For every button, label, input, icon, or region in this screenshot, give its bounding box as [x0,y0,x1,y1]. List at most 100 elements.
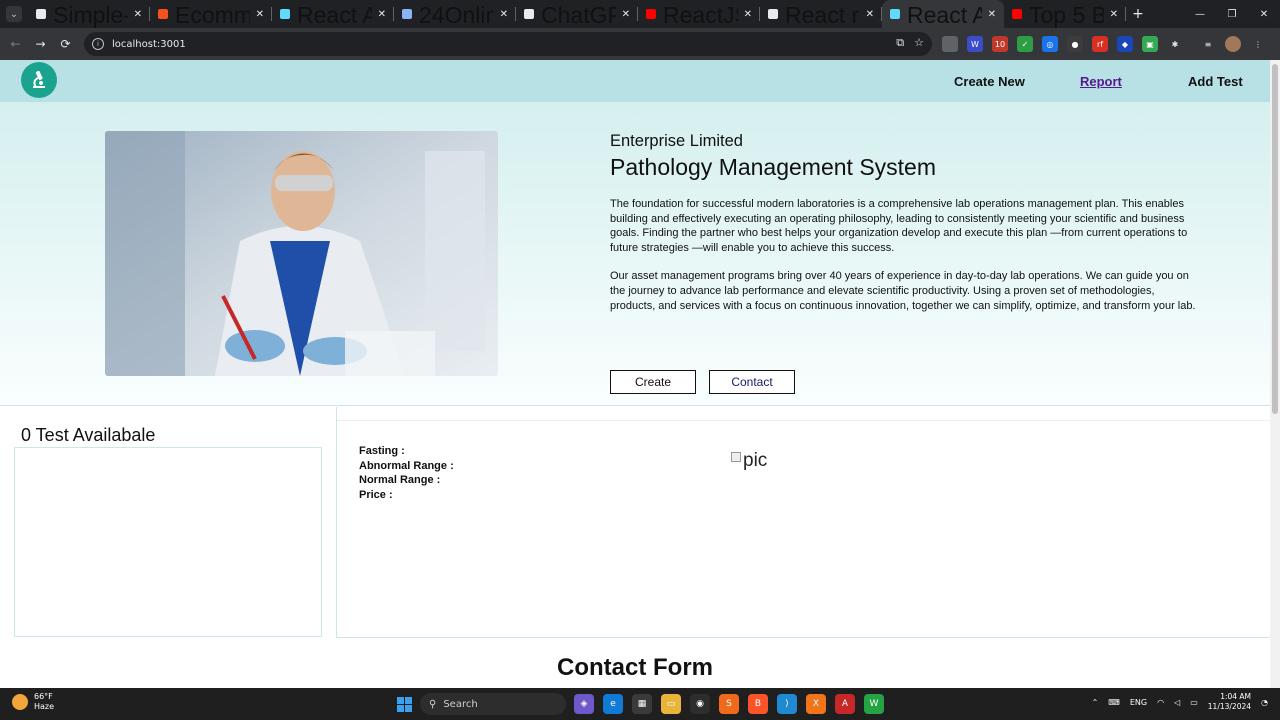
brave-icon[interactable]: B [748,694,768,714]
tag-extension-icon[interactable]: ▣ [1142,36,1158,52]
close-tab-icon[interactable]: ✕ [866,9,874,20]
vscode-icon[interactable]: ⟩ [777,694,797,714]
bookmark-star-icon[interactable]: ☆ [914,36,924,50]
site-info-icon[interactable]: i [92,38,104,50]
rf-extension-icon[interactable]: rf [1092,36,1108,52]
nav-report[interactable]: Report [1080,74,1122,89]
nav-create-new[interactable]: Create New [954,74,1025,89]
language-indicator[interactable]: ENG [1130,698,1147,707]
hero-section: Enterprise Limited Pathology Management … [0,102,1270,406]
close-tab-icon[interactable]: ✕ [500,9,508,20]
page-scrollbar[interactable] [1270,60,1280,688]
test-image: pic [731,450,767,472]
sublime-icon[interactable]: S [719,694,739,714]
profile-avatar[interactable] [1225,36,1241,52]
nav-add-test[interactable]: Add Test [1188,74,1243,89]
address-bar[interactable]: i localhost:3001 ⧉ ☆ [84,32,932,56]
chatgpt-icon [524,9,534,19]
test-list[interactable] [14,447,322,637]
whatsapp-icon[interactable]: W [864,694,884,714]
chevron-up-icon[interactable]: ⌃ [1092,698,1099,707]
extensions-area: W 10 ✓ ◎ ● rf ◆ ▣ ✱ ≡ ⋮ [942,36,1266,52]
time: 1:04 AM [1220,692,1252,701]
green-extension-icon[interactable]: ✓ [1017,36,1033,52]
taskbar-search[interactable]: ⚲ Search [420,693,566,715]
close-tab-icon[interactable]: ✕ [744,9,752,20]
clock[interactable]: 1:04 AM 11/13/2024 [1208,692,1251,712]
react-icon [890,9,900,19]
file-explorer-icon[interactable]: ▭ [661,694,681,714]
browser-tab[interactable]: Simple-eCommerce- ✕ [28,0,150,28]
blue-extension-icon[interactable]: ◎ [1042,36,1058,52]
store-icon[interactable]: ▦ [632,694,652,714]
create-button[interactable]: Create [610,370,696,394]
folder-extension-icon[interactable] [942,36,958,52]
browser-tab[interactable]: React report - good ✕ [760,0,882,28]
arrow-extension-icon[interactable]: ◆ [1117,36,1133,52]
close-tab-icon[interactable]: ✕ [134,9,142,20]
notification-bell-icon[interactable]: ◔ [1261,698,1268,707]
install-app-icon[interactable]: ⧉ [896,36,904,50]
acrobat-icon[interactable]: A [835,694,855,714]
red-extension-icon[interactable]: 10 [992,36,1008,52]
tab-title: Ecommerce Home Pa [175,2,250,28]
tab-title: ReactJS Course [1] - \ [663,2,738,28]
browser-tab[interactable]: ReactJS Course [1] - \ ✕ [638,0,760,28]
contact-button[interactable]: Contact [709,370,795,394]
extensions-puzzle-icon[interactable]: ✱ [1167,36,1183,52]
new-tab-button[interactable]: + [1126,6,1150,22]
forward-icon[interactable]: → [28,32,53,57]
xampp-icon[interactable]: X [806,694,826,714]
tab-title: Top 5 Best songs of [1029,2,1104,28]
minimize-icon[interactable]: — [1184,0,1216,28]
reload-icon[interactable]: ⟳ [53,32,78,57]
browser-tab-strip: ⌄ Simple-eCommerce-✕Ecommerce Home Pa✕Re… [0,0,1280,28]
browser-tab[interactable]: Top 5 Best songs of ✕ [1004,0,1126,28]
scrollbar-thumb[interactable] [1272,64,1278,414]
back-icon[interactable]: ← [3,32,28,57]
broken-image-icon [731,452,741,462]
keyboard-icon[interactable]: ⌨ [1108,698,1120,707]
taskbar: 66°F Haze ⚲ Search ◈ e ▦ ▭ ◉ S B ⟩ X A W… [0,688,1280,720]
wifi-icon[interactable]: ◠ [1157,698,1164,707]
image-alt-text: pic [743,450,768,471]
close-window-icon[interactable]: ✕ [1248,0,1280,28]
system-tray: ⌃ ⌨ ENG ◠ ◁ ▭ 1:04 AM 11/13/2024 ◔ [1092,692,1268,712]
weather-widget[interactable]: 66°F Haze [12,692,54,712]
divider [337,420,1270,421]
restore-icon[interactable]: ❐ [1216,0,1248,28]
browser-menu-icon[interactable]: ⋮ [1250,36,1266,52]
cloud-icon [402,9,412,19]
youtube-icon [646,9,656,19]
github-icon [768,9,778,19]
reading-list-icon[interactable]: ≡ [1200,36,1216,52]
normal-range-label: Normal Range : [359,474,441,487]
browser-tab[interactable]: React App ✕ [882,0,1004,28]
gray-extension-icon[interactable]: ● [1067,36,1083,52]
url-text: localhost:3001 [112,38,186,50]
microscope-logo-icon[interactable] [21,62,57,98]
browser-tab[interactable]: Ecommerce Home Pa ✕ [150,0,272,28]
browser-tab[interactable]: 24Online Client ✕ [394,0,516,28]
browser-tab[interactable]: React App ✕ [272,0,394,28]
windows-start-icon[interactable] [397,697,412,712]
close-tab-icon[interactable]: ✕ [988,9,996,20]
tab-search-button[interactable]: ⌄ [0,0,28,28]
close-tab-icon[interactable]: ✕ [1110,9,1118,20]
close-tab-icon[interactable]: ✕ [256,9,264,20]
close-tab-icon[interactable]: ✕ [622,9,630,20]
tab-separator [1125,7,1126,21]
close-tab-icon[interactable]: ✕ [378,9,386,20]
battery-icon[interactable]: ▭ [1190,698,1198,707]
chevron-down-icon: ⌄ [6,6,22,22]
copilot-icon[interactable]: ◈ [574,694,594,714]
edge-icon[interactable]: e [603,694,623,714]
hero-text: Enterprise Limited Pathology Management … [610,132,1200,394]
chrome-icon[interactable]: ◉ [690,694,710,714]
volume-icon[interactable]: ◁ [1174,698,1180,707]
w-extension-icon[interactable]: W [967,36,983,52]
browser-tab[interactable]: ChatGPT ✕ [516,0,638,28]
tab-title: React App [297,2,372,28]
search-icon: ⚲ [429,698,437,710]
asset-paragraph: Our asset management programs bring over… [610,270,1196,312]
